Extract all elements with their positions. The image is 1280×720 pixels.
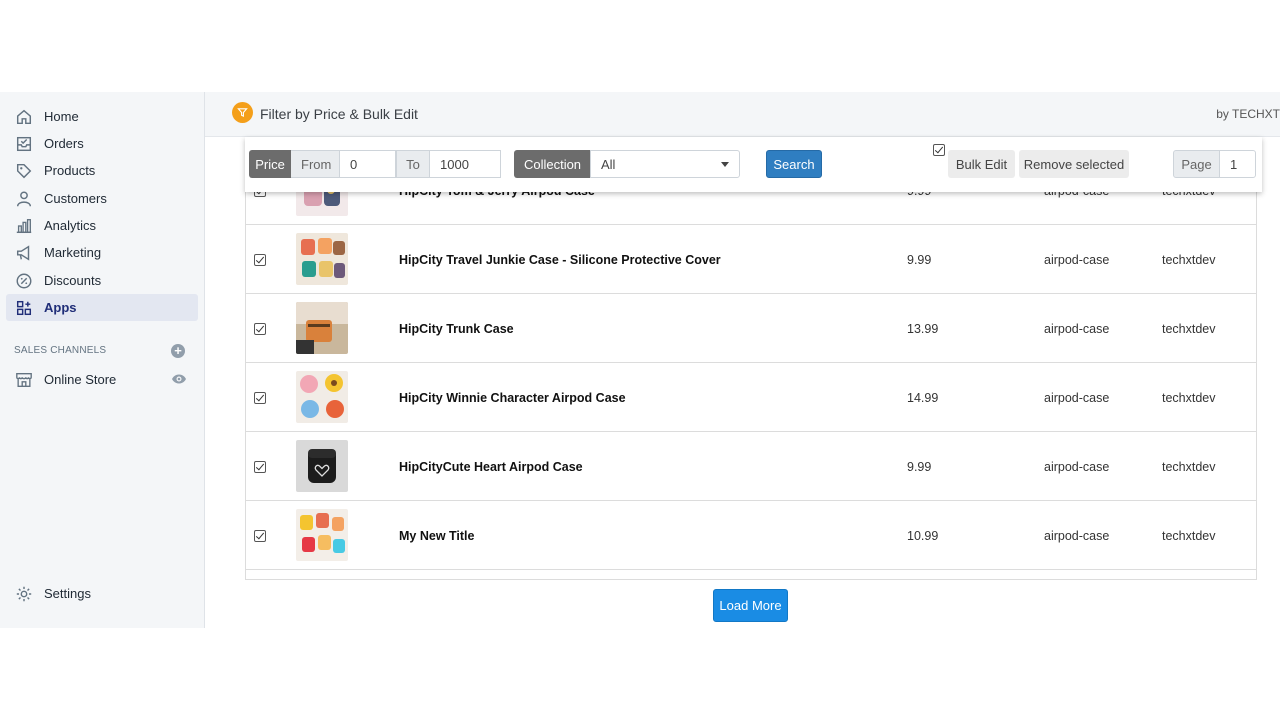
sidebar-item-orders[interactable]: Orders bbox=[6, 130, 198, 157]
table-row[interactable]: HipCityCute Heart Airpod Case 9.99 airpo… bbox=[246, 432, 1256, 501]
orders-icon bbox=[8, 135, 40, 153]
store-icon bbox=[8, 371, 40, 389]
sidebar-item-apps[interactable]: Apps bbox=[6, 294, 198, 321]
load-more-button[interactable]: Load More bbox=[713, 589, 788, 622]
to-label: To bbox=[396, 150, 430, 178]
product-vendor: techxtdev bbox=[1162, 322, 1216, 336]
add-sales-channel-icon[interactable]: + bbox=[171, 344, 185, 358]
table-row[interactable]: HipCity Trunk Case 13.99 airpod-case tec… bbox=[246, 294, 1256, 363]
person-icon bbox=[8, 190, 40, 208]
row-checkbox[interactable] bbox=[254, 392, 266, 404]
product-vendor: techxtdev bbox=[1162, 460, 1216, 474]
product-vendor: techxtdev bbox=[1162, 253, 1216, 267]
sidebar-item-settings[interactable]: Settings bbox=[6, 580, 198, 607]
page-label: Page bbox=[1173, 150, 1220, 178]
sidebar-item-products[interactable]: Products bbox=[6, 157, 198, 184]
sales-channels-heading: SALES CHANNELS bbox=[14, 345, 107, 356]
sidebar-item-discounts[interactable]: Discounts bbox=[6, 267, 198, 294]
product-price: 10.99 bbox=[907, 529, 939, 543]
table-row[interactable]: My New Title 10.99 airpod-case techxtdev bbox=[246, 501, 1256, 570]
product-thumbnail bbox=[296, 302, 348, 354]
gear-icon bbox=[8, 585, 40, 603]
sidebar-item-label: Orders bbox=[44, 136, 84, 151]
sidebar-item-analytics[interactable]: Analytics bbox=[6, 212, 198, 239]
price-from-input[interactable]: 0 bbox=[339, 150, 396, 178]
app-title: Filter by Price & Bulk Edit bbox=[260, 106, 418, 122]
product-table: HipCity Tom & Jerry Airpod Case 9.99 air… bbox=[245, 164, 1257, 580]
sidebar-item-label: Online Store bbox=[44, 372, 117, 387]
price-label: Price bbox=[249, 150, 291, 178]
sidebar-item-label: Products bbox=[44, 163, 96, 178]
filter-icon bbox=[232, 102, 253, 123]
product-collection: airpod-case bbox=[1044, 322, 1110, 336]
filter-toolbar: Price From 0 To 1000 Collection All Sear… bbox=[245, 137, 1262, 192]
sidebar-item-label: Analytics bbox=[44, 218, 97, 233]
product-title[interactable]: HipCity Travel Junkie Case - Silicone Pr… bbox=[399, 253, 721, 267]
row-checkbox[interactable] bbox=[254, 461, 266, 473]
sidebar-item-label: Marketing bbox=[44, 245, 102, 260]
product-thumbnail bbox=[296, 233, 348, 285]
app-developer: by TECHXT bbox=[1216, 107, 1280, 121]
tag-icon bbox=[8, 162, 40, 180]
eye-icon[interactable] bbox=[171, 373, 187, 385]
from-label: From bbox=[291, 150, 340, 178]
home-icon bbox=[8, 108, 40, 126]
row-checkbox[interactable] bbox=[254, 530, 266, 542]
product-collection: airpod-case bbox=[1044, 253, 1110, 267]
checkbox-checked-icon bbox=[933, 144, 945, 156]
price-to-input[interactable]: 1000 bbox=[429, 150, 501, 178]
row-checkbox[interactable] bbox=[254, 323, 266, 335]
product-title[interactable]: My New Title bbox=[399, 529, 474, 543]
select-all-checkbox[interactable] bbox=[933, 143, 947, 157]
product-collection: airpod-case bbox=[1044, 460, 1110, 474]
sidebar: Home Orders Products Customers Analytics… bbox=[0, 92, 205, 628]
table-row[interactable]: HipCity Winnie Character Airpod Case 14.… bbox=[246, 363, 1256, 432]
bulk-edit-button[interactable]: Bulk Edit bbox=[948, 150, 1015, 178]
chevron-down-icon bbox=[721, 162, 729, 167]
product-collection: airpod-case bbox=[1044, 529, 1110, 543]
sidebar-item-label: Discounts bbox=[44, 273, 102, 288]
bar-chart-icon bbox=[8, 217, 40, 235]
sidebar-item-label: Settings bbox=[44, 586, 91, 601]
main-content: Filter by Price & Bulk Edit by TECHXT Pr… bbox=[205, 92, 1280, 628]
sidebar-item-label: Customers bbox=[44, 191, 107, 206]
sidebar-item-home[interactable]: Home bbox=[6, 103, 198, 130]
search-button[interactable]: Search bbox=[766, 150, 822, 178]
table-row[interactable]: HipCity Travel Junkie Case - Silicone Pr… bbox=[246, 225, 1256, 294]
collection-selected-value: All bbox=[601, 156, 616, 172]
megaphone-icon bbox=[8, 244, 40, 262]
product-collection: airpod-case bbox=[1044, 391, 1110, 405]
app-header: Filter by Price & Bulk Edit by TECHXT bbox=[205, 92, 1280, 137]
collection-select[interactable]: All bbox=[590, 150, 740, 178]
product-title[interactable]: HipCityCute Heart Airpod Case bbox=[399, 460, 583, 474]
product-thumbnail bbox=[296, 509, 348, 561]
product-price: 14.99 bbox=[907, 391, 939, 405]
product-price: 9.99 bbox=[907, 460, 932, 474]
product-price: 13.99 bbox=[907, 322, 939, 336]
product-thumbnail bbox=[296, 440, 348, 492]
sidebar-item-label: Home bbox=[44, 109, 79, 124]
app-frame: Home Orders Products Customers Analytics… bbox=[0, 92, 1280, 628]
sidebar-item-label: Apps bbox=[44, 300, 77, 315]
apps-icon bbox=[8, 299, 40, 317]
sidebar-item-customers[interactable]: Customers bbox=[6, 185, 198, 212]
product-title[interactable]: HipCity Trunk Case bbox=[399, 322, 514, 336]
sidebar-item-online-store[interactable]: Online Store bbox=[6, 366, 198, 393]
row-checkbox[interactable] bbox=[254, 254, 266, 266]
product-price: 9.99 bbox=[907, 253, 932, 267]
discount-icon bbox=[8, 272, 40, 290]
product-title[interactable]: HipCity Winnie Character Airpod Case bbox=[399, 391, 626, 405]
product-vendor: techxtdev bbox=[1162, 529, 1216, 543]
product-thumbnail bbox=[296, 371, 348, 423]
remove-selected-button[interactable]: Remove selected bbox=[1019, 150, 1129, 178]
sidebar-item-marketing[interactable]: Marketing bbox=[6, 239, 198, 266]
collection-label: Collection bbox=[514, 150, 591, 178]
product-vendor: techxtdev bbox=[1162, 391, 1216, 405]
page-input[interactable]: 1 bbox=[1219, 150, 1256, 178]
